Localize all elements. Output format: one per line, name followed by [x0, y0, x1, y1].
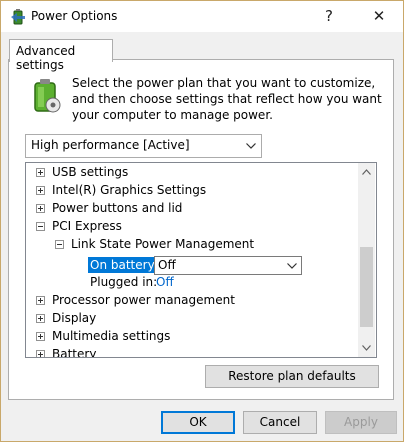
on-battery-label[interactable]: On battery: — [88, 257, 160, 273]
expand-icon[interactable] — [36, 332, 45, 341]
window-title: Power Options — [31, 9, 118, 23]
settings-tree[interactable]: USB settings Intel(R) Graphics Settings … — [25, 162, 377, 358]
tree-item-usb-settings[interactable]: USB settings — [26, 163, 356, 181]
power-plan-select[interactable]: High performance [Active] — [25, 134, 262, 158]
cancel-button[interactable]: Cancel — [243, 411, 317, 434]
tree-item-label: Battery — [52, 347, 97, 358]
tree-item-label: USB settings — [52, 165, 129, 179]
help-button[interactable]: ? — [307, 1, 351, 32]
restore-plan-defaults-button[interactable]: Restore plan defaults — [205, 365, 379, 388]
tree-item-link-state[interactable]: Link State Power Management — [26, 235, 356, 253]
description-text: Select the power plan that you want to c… — [72, 76, 382, 122]
tree-item-label: Intel(R) Graphics Settings — [52, 183, 207, 197]
ok-button[interactable]: OK — [161, 411, 235, 434]
plugged-in-value[interactable]: Off — [156, 273, 174, 291]
tree-item-label: Processor power management — [52, 293, 235, 307]
plugged-in-label: Plugged in: — [90, 275, 158, 289]
power-plan-value: High performance [Active] — [31, 138, 190, 152]
tree-item-processor-power[interactable]: Processor power management — [26, 291, 356, 309]
apply-button[interactable]: Apply — [325, 411, 397, 434]
expand-icon[interactable] — [36, 350, 45, 357]
collapse-icon[interactable] — [55, 240, 64, 249]
scrollbar-thumb[interactable] — [360, 247, 373, 327]
tree-item-power-buttons[interactable]: Power buttons and lid — [26, 199, 356, 217]
expand-icon[interactable] — [36, 168, 45, 177]
expand-icon[interactable] — [36, 314, 45, 323]
title-bar: Power Options ? ✕ — [1, 1, 403, 32]
tree-item-intel-graphics[interactable]: Intel(R) Graphics Settings — [26, 181, 356, 199]
vertical-scrollbar[interactable] — [358, 163, 375, 357]
scroll-up-icon[interactable] — [362, 169, 371, 175]
tree-item-display[interactable]: Display — [26, 309, 356, 327]
expand-icon[interactable] — [36, 204, 45, 213]
on-battery-value: Off — [158, 258, 176, 272]
tree-item-label: Power buttons and lid — [52, 201, 183, 215]
tree-item-label: Multimedia settings — [52, 329, 171, 343]
expand-icon[interactable] — [36, 186, 45, 195]
expand-icon[interactable] — [36, 296, 45, 305]
tree-item-label: Display — [52, 311, 97, 325]
chevron-down-icon — [287, 263, 297, 269]
tree-item-label: Link State Power Management — [71, 237, 255, 251]
tree-item-pci-express[interactable]: PCI Express — [26, 217, 356, 235]
tab-label: Advanced settings — [16, 44, 76, 72]
tree-item-multimedia[interactable]: Multimedia settings — [26, 327, 356, 345]
tab-advanced-settings[interactable]: Advanced settings — [9, 39, 113, 72]
on-battery-select[interactable]: Off — [154, 256, 302, 275]
close-button[interactable]: ✕ — [357, 1, 401, 32]
battery-settings-icon — [34, 79, 61, 113]
collapse-icon[interactable] — [36, 222, 45, 231]
tree-item-battery[interactable]: Battery — [26, 345, 356, 358]
chevron-down-icon — [246, 143, 256, 149]
scroll-down-icon[interactable] — [362, 345, 371, 351]
tree-item-label: PCI Express — [52, 219, 122, 233]
power-options-icon — [11, 9, 25, 25]
